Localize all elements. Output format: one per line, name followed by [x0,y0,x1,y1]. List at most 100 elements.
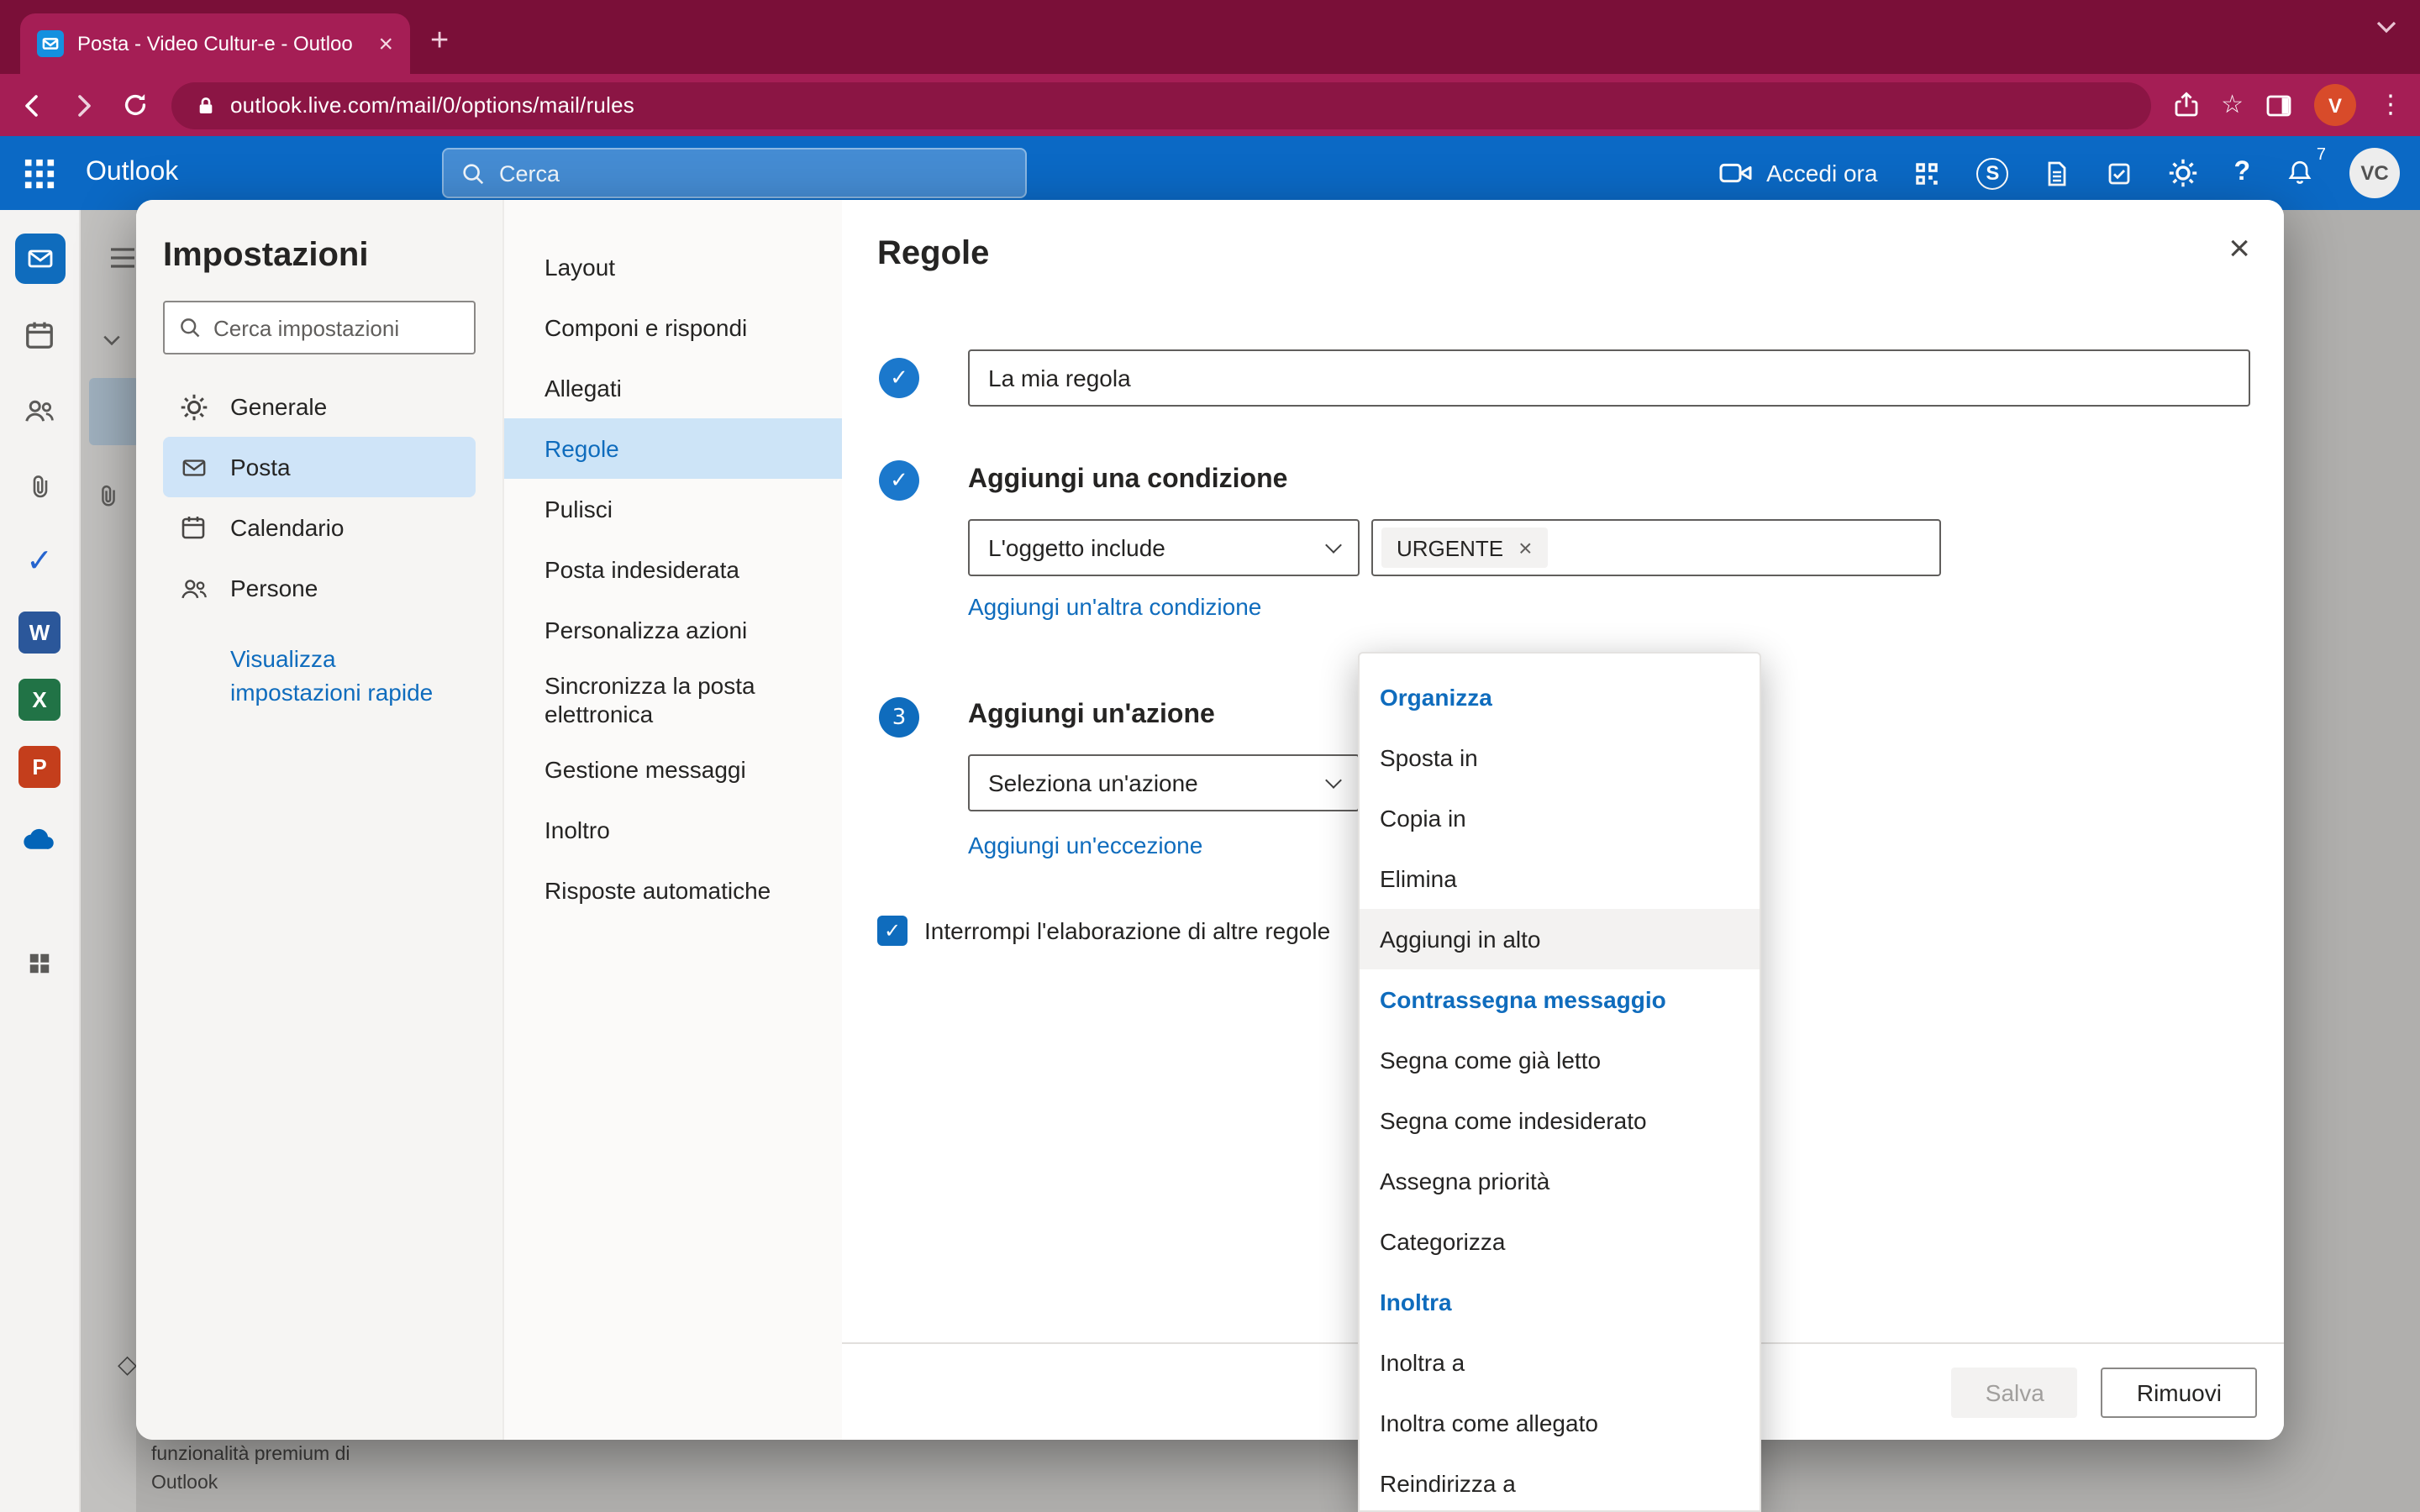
condition-select[interactable]: L'oggetto include [968,519,1360,576]
mail-subcategory-list: Layout Componi e rispondi Allegati Regol… [502,200,842,1440]
subcategory-componi[interactable]: Componi e rispondi [504,297,842,358]
browser-profile-avatar[interactable]: V [2314,84,2356,126]
header-actions: Accedi ora S ? 7 VC [1719,136,2400,210]
menu-item-sposta-in[interactable]: Sposta in [1360,727,1760,788]
menu-item-inoltra-come-allegato[interactable]: Inoltra come allegato [1360,1393,1760,1453]
meet-now-button[interactable]: Accedi ora [1719,160,1877,186]
chevron-down-icon [1325,536,1342,553]
outlook-header: Outlook Cerca Accedi ora S [0,136,2420,210]
word-icon[interactable]: W [18,612,60,654]
menu-item-copia-in[interactable]: Copia in [1360,788,1760,848]
add-exception-link[interactable]: Aggiungi un'eccezione [968,832,1202,858]
side-panel-icon[interactable] [2265,92,2292,118]
chevron-down-icon [1325,771,1342,788]
app-launcher-icon[interactable] [24,157,55,189]
new-tab-button[interactable]: + [430,24,449,60]
category-label: Calendario [230,514,344,541]
menu-item-assegna-priorita[interactable]: Assegna priorità [1360,1151,1760,1211]
add-condition-link[interactable]: Aggiungi un'altra condizione [968,593,1261,620]
category-label: Persone [230,575,318,601]
menu-item-elimina[interactable]: Elimina [1360,848,1760,909]
settings-category-list: Generale Posta Calendario [163,376,476,618]
calendar-icon[interactable] [14,309,65,360]
address-bar[interactable]: outlook.live.com/mail/0/options/mail/rul… [171,81,2150,129]
menu-item-categorizza[interactable]: Categorizza [1360,1211,1760,1272]
settings-dialog: Impostazioni Generale Po [136,200,2284,1440]
settings-title: Impostazioni [163,237,476,276]
subcategory-gestione-messaggi[interactable]: Gestione messaggi [504,740,842,801]
share-icon[interactable] [2172,91,2199,119]
search-icon [178,316,202,339]
rule-name-input[interactable] [968,349,2250,407]
action-select-value: Seleziona un'azione [988,769,1198,796]
category-posta[interactable]: Posta [163,437,476,497]
forward-icon[interactable] [69,90,99,120]
settings-nav-panel: Impostazioni Generale Po [136,200,502,1440]
close-icon[interactable]: × [2222,223,2257,274]
condition-value-box[interactable]: URGENTE × [1371,519,1941,576]
subcategory-layout[interactable]: Layout [504,237,842,297]
tasks-icon[interactable] [2106,159,2133,187]
more-apps-icon[interactable] [14,937,65,988]
subcategory-risposte-automatiche[interactable]: Risposte automatiche [504,861,842,921]
tab-close-icon[interactable]: × [378,31,393,56]
back-icon[interactable] [17,90,47,120]
menu-item-segna-come-indesiderato[interactable]: Segna come indesiderato [1360,1090,1760,1151]
todo-icon[interactable]: ✓ [14,536,65,586]
menu-item-reindirizza-a[interactable]: Reindirizza a [1360,1453,1760,1512]
browser-menu-icon[interactable]: ⋮ [2378,92,2403,118]
subcategory-inoltro[interactable]: Inoltro [504,801,842,861]
menu-item-aggiungi-in-alto[interactable]: Aggiungi in alto [1360,909,1760,969]
menu-item-inoltra-a[interactable]: Inoltra a [1360,1332,1760,1393]
menu-item-segna-come-gia-letto[interactable]: Segna come già letto [1360,1030,1760,1090]
notifications-bell-icon[interactable]: 7 [2286,158,2314,188]
gear-icon [178,392,208,421]
browser-toolbar: outlook.live.com/mail/0/options/mail/rul… [0,74,2420,136]
subcategory-sincronizza[interactable]: Sincronizza la posta elettronica [504,660,842,740]
mail-icon [178,454,208,480]
document-icon[interactable] [2044,159,2070,187]
expand-chevron-icon [103,334,121,346]
meet-now-label: Accedi ora [1766,160,1877,186]
settings-search-box[interactable] [163,301,476,354]
browser-tab[interactable]: Posta - Video Cultur-e - Outloo × [20,13,410,74]
stop-processing-checkbox[interactable]: ✓ [877,916,908,946]
action-select[interactable]: Seleziona un'azione [968,754,1360,811]
outlook-search-input[interactable]: Cerca [442,148,1027,198]
premium-diamond-icon: ◇ [118,1349,137,1379]
help-icon[interactable]: ? [2233,158,2250,188]
qr-code-icon[interactable] [1912,159,1941,187]
tab-title: Posta - Video Cultur-e - Outloo [77,32,365,55]
subcategory-allegati[interactable]: Allegati [504,358,842,418]
attachments-icon[interactable] [14,460,65,511]
people-icon[interactable] [14,385,65,435]
excel-icon[interactable]: X [18,679,60,721]
quick-settings-link[interactable]: Visualizza impostazioni rapide [230,642,466,710]
skype-icon[interactable]: S [1976,157,2008,189]
save-button[interactable]: Salva [1952,1367,2078,1417]
subcategory-pulisci[interactable]: Pulisci [504,479,842,539]
tab-search-icon[interactable] [2376,20,2396,34]
settings-search-input[interactable] [213,315,460,340]
onedrive-icon[interactable] [14,813,65,864]
category-generale[interactable]: Generale [163,376,476,437]
condition-heading: Aggiungi una condizione [968,465,1287,496]
subcategory-regole[interactable]: Regole [504,418,842,479]
subcategory-posta-indesiderata[interactable]: Posta indesiderata [504,539,842,600]
chip-remove-icon[interactable]: × [1518,536,1532,559]
bookmark-star-icon[interactable]: ☆ [2221,92,2244,118]
category-persone[interactable]: Persone [163,558,476,618]
mail-icon[interactable] [14,234,65,284]
outlook-brand[interactable]: Outlook [86,158,178,188]
reload-icon[interactable] [121,91,150,119]
category-calendario[interactable]: Calendario [163,497,476,558]
settings-gear-icon[interactable] [2168,158,2198,188]
screen: Posta - Video Cultur-e - Outloo × + [0,0,2420,1512]
outlook-favicon-icon [37,30,64,57]
powerpoint-icon[interactable]: P [18,746,60,788]
remove-button[interactable]: Rimuovi [2102,1367,2257,1417]
subcategory-personalizza-azioni[interactable]: Personalizza azioni [504,600,842,660]
action-dropdown-menu: Organizza Sposta in Copia in Elimina Agg… [1358,652,1761,1512]
action-heading: Aggiungi un'azione [968,701,1215,731]
account-avatar[interactable]: VC [2349,148,2400,198]
